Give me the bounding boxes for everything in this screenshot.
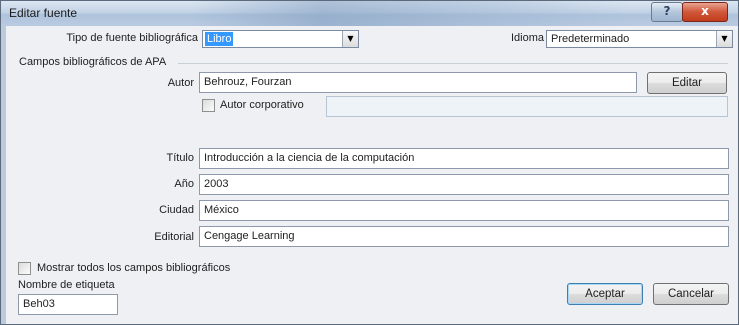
source-type-label: Tipo de fuente bibliográfica	[66, 32, 198, 44]
edit-author-button[interactable]: Editar	[647, 72, 727, 94]
year-label: Año	[174, 178, 194, 190]
chevron-down-icon[interactable]: ▼	[716, 31, 732, 47]
city-input[interactable]: México	[199, 200, 729, 221]
accept-button[interactable]: Aceptar	[567, 283, 643, 305]
title-label: Título	[166, 152, 194, 164]
title-input[interactable]: Introducción a la ciencia de la computac…	[199, 148, 729, 169]
show-all-fields-checkbox[interactable]	[18, 262, 31, 275]
help-button[interactable]: ?	[651, 2, 683, 22]
source-type-value: Libro	[205, 32, 234, 46]
title-bar[interactable]: Editar fuente ? x	[1, 1, 738, 26]
language-value: Predeterminado	[551, 33, 630, 45]
group-divider	[178, 63, 728, 64]
tag-name-label: Nombre de etiqueta	[18, 279, 115, 291]
cancel-button[interactable]: Cancelar	[653, 283, 729, 305]
city-label: Ciudad	[159, 204, 194, 216]
close-icon: x	[701, 4, 709, 18]
corporate-author-checkbox[interactable]	[202, 99, 215, 112]
source-type-dropdown[interactable]: Libro ▼	[202, 30, 359, 48]
author-input[interactable]: Behrouz, Fourzan	[199, 72, 637, 93]
dialog-body: Tipo de fuente bibliográfica Libro ▼ Idi…	[6, 26, 738, 324]
title-bar-background	[191, 1, 631, 26]
publisher-input[interactable]: Cengage Learning	[199, 226, 729, 247]
language-dropdown[interactable]: Predeterminado ▼	[546, 30, 733, 48]
year-input[interactable]: 2003	[199, 174, 729, 195]
show-all-fields-label: Mostrar todos los campos bibliográficos	[37, 262, 231, 274]
close-button[interactable]: x	[682, 2, 728, 22]
tag-name-input[interactable]: Beh03	[18, 294, 118, 315]
dialog-window: Editar fuente ? x Tipo de fuente bibliog…	[0, 0, 739, 325]
corporate-author-label: Autor corporativo	[220, 99, 304, 111]
window-title: Editar fuente	[9, 6, 78, 20]
corporate-author-input[interactable]	[326, 96, 728, 117]
publisher-label: Editorial	[154, 231, 194, 243]
language-label: Idioma	[511, 32, 545, 44]
help-icon: ?	[663, 4, 671, 18]
author-label: Autor	[167, 77, 194, 89]
group-title: Campos bibliográficos de APA	[19, 56, 167, 68]
chevron-down-icon[interactable]: ▼	[342, 31, 358, 47]
